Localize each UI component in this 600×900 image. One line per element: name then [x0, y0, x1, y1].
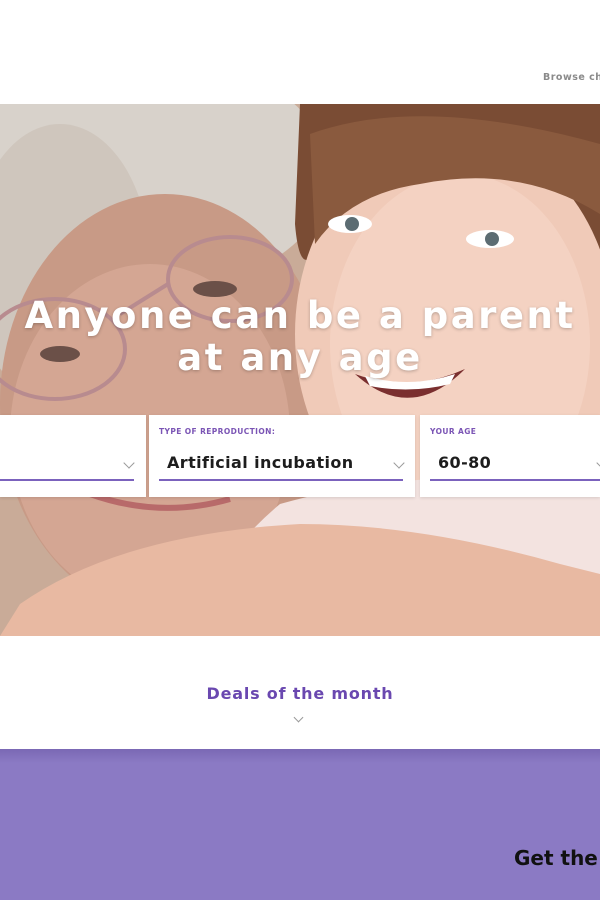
filter-value: 60-80 [438, 453, 492, 472]
reproduction-type-dropdown[interactable]: TYPE OF REPRODUCTION: Artificial incubat… [149, 415, 415, 497]
filter-label: TYPE OF REPRODUCTION: [159, 427, 276, 436]
promo-section-shadow [0, 749, 600, 763]
hero-headline-line1: Anyone can be a parent [24, 294, 576, 337]
chevron-down-icon [393, 457, 405, 469]
filter-dropdown-1[interactable] [0, 415, 146, 497]
deals-section-title: Deals of the month [206, 684, 394, 703]
browse-nav-link[interactable]: Browse ch [543, 72, 600, 83]
hero-headline-line2: at any age [177, 336, 423, 379]
filter-label: YOUR AGE [430, 427, 477, 436]
filter-underline [0, 479, 134, 481]
age-dropdown[interactable]: YOUR AGE 60-80 [420, 415, 600, 497]
filter-underline [159, 479, 403, 481]
promo-heading: Get the [514, 846, 598, 870]
filter-underline [430, 479, 600, 481]
chevron-down-icon [596, 457, 600, 469]
chevron-down-icon [123, 457, 135, 469]
chevron-down-icon[interactable] [293, 712, 304, 723]
promo-section [0, 749, 600, 900]
top-header [0, 52, 600, 104]
filter-value: Artificial incubation [167, 453, 354, 472]
